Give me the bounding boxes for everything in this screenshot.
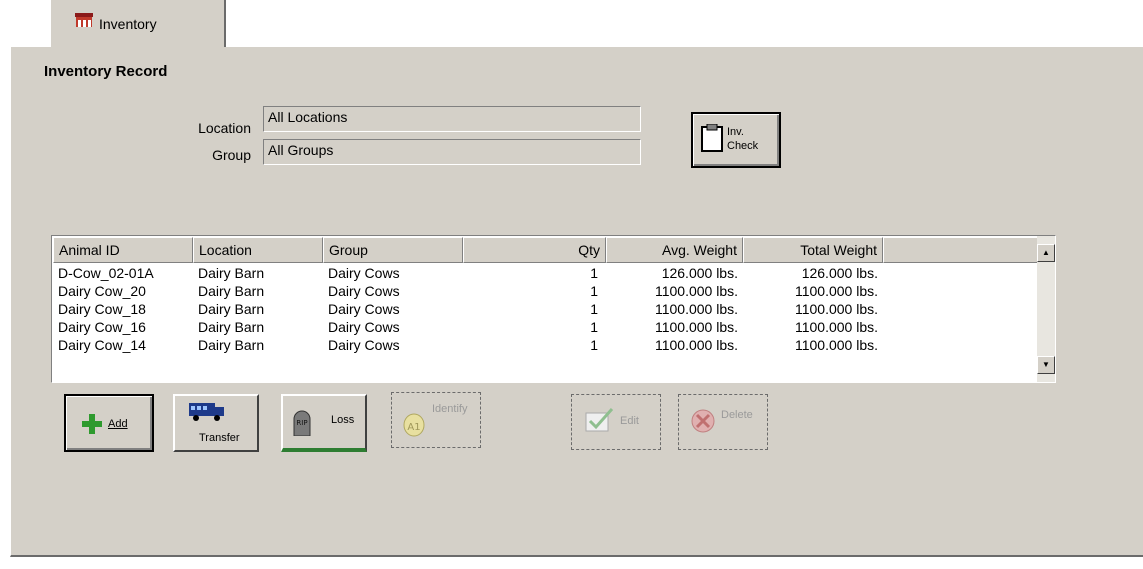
cell-location: Dairy Barn bbox=[198, 319, 265, 335]
vertical-scrollbar[interactable]: ▲ ▼ bbox=[1037, 236, 1055, 382]
cell-avg-weight: 1100.000 lbs. bbox=[654, 319, 738, 335]
tab-label: Inventory bbox=[99, 16, 157, 32]
svg-text:RIP: RIP bbox=[296, 419, 307, 427]
group-field[interactable]: All Groups bbox=[263, 139, 641, 165]
add-button[interactable]: Add bbox=[64, 394, 154, 452]
tab-inventory[interactable]: Inventory bbox=[50, 0, 226, 48]
column-header-total-weight[interactable]: Total Weight bbox=[743, 237, 883, 263]
inv-check-button[interactable]: Inv. Check bbox=[691, 112, 781, 168]
loss-label: Loss bbox=[331, 414, 355, 426]
inv-check-line2: Check bbox=[727, 140, 759, 152]
cell-animal-id: Dairy Cow_20 bbox=[58, 283, 146, 299]
cell-animal-id: D-Cow_02-01A bbox=[58, 265, 154, 281]
cell-group: Dairy Cows bbox=[328, 265, 400, 281]
plus-icon bbox=[82, 414, 102, 437]
cell-total-weight: 1100.000 lbs. bbox=[794, 337, 878, 353]
tombstone-icon: RIP bbox=[293, 410, 311, 439]
column-header-qty[interactable]: Qty bbox=[463, 237, 606, 263]
cell-qty: 1 bbox=[590, 301, 598, 317]
cell-total-weight: 126.000 lbs. bbox=[801, 265, 878, 281]
table-body: D-Cow_02-01A Dairy Barn Dairy Cows 1 126… bbox=[53, 264, 1038, 354]
column-header-animal-id[interactable]: Animal ID bbox=[53, 237, 193, 263]
delete-icon bbox=[689, 407, 717, 438]
cell-group: Dairy Cows bbox=[328, 283, 400, 299]
cell-avg-weight: 1100.000 lbs. bbox=[654, 283, 738, 299]
edit-button[interactable]: Edit bbox=[571, 394, 661, 450]
cell-animal-id: Dairy Cow_14 bbox=[58, 337, 146, 353]
table-row[interactable]: Dairy Cow_16 Dairy Barn Dairy Cows 1 110… bbox=[53, 318, 1038, 336]
transfer-label: Transfer bbox=[199, 432, 240, 444]
cell-avg-weight: 1100.000 lbs. bbox=[654, 337, 738, 353]
cell-group: Dairy Cows bbox=[328, 337, 400, 353]
truck-icon bbox=[189, 400, 225, 425]
cell-group: Dairy Cows bbox=[328, 301, 400, 317]
identify-label: Identify bbox=[432, 403, 468, 415]
cell-total-weight: 1100.000 lbs. bbox=[794, 283, 878, 299]
column-header-location[interactable]: Location bbox=[193, 237, 323, 263]
cell-avg-weight: 126.000 lbs. bbox=[661, 265, 738, 281]
cell-location: Dairy Barn bbox=[198, 301, 265, 317]
column-header-group[interactable]: Group bbox=[323, 237, 463, 263]
inventory-table[interactable]: Animal ID Location Group Qty Avg. Weight… bbox=[51, 235, 1056, 383]
cell-location: Dairy Barn bbox=[198, 265, 265, 281]
cell-qty: 1 bbox=[590, 337, 598, 353]
group-label: Group bbox=[212, 147, 251, 163]
cell-avg-weight: 1100.000 lbs. bbox=[654, 301, 738, 317]
cell-animal-id: Dairy Cow_16 bbox=[58, 319, 146, 335]
location-field[interactable]: All Locations bbox=[263, 106, 641, 132]
section-title: Inventory Record bbox=[44, 63, 168, 80]
edit-label: Edit bbox=[620, 415, 639, 427]
cell-group: Dairy Cows bbox=[328, 319, 400, 335]
column-header-avg-weight[interactable]: Avg. Weight bbox=[606, 237, 743, 263]
inventory-panel: Inventory Record Location All Locations … bbox=[10, 47, 1143, 557]
delete-button[interactable]: Delete bbox=[678, 394, 768, 450]
column-header-blank bbox=[883, 237, 1038, 263]
id-tag-icon: A1 bbox=[402, 407, 426, 440]
table-row[interactable]: Dairy Cow_14 Dairy Barn Dairy Cows 1 110… bbox=[53, 336, 1038, 354]
table-row[interactable]: Dairy Cow_18 Dairy Barn Dairy Cows 1 110… bbox=[53, 300, 1038, 318]
cell-location: Dairy Barn bbox=[198, 337, 265, 353]
table-row[interactable]: Dairy Cow_20 Dairy Barn Dairy Cows 1 110… bbox=[53, 282, 1038, 300]
delete-label: Delete bbox=[721, 409, 753, 421]
barn-icon bbox=[75, 13, 93, 30]
cell-location: Dairy Barn bbox=[198, 283, 265, 299]
loss-button[interactable]: RIP Loss bbox=[281, 394, 367, 452]
scroll-down-icon[interactable]: ▼ bbox=[1037, 356, 1055, 374]
scroll-up-icon[interactable]: ▲ bbox=[1037, 244, 1055, 262]
cell-total-weight: 1100.000 lbs. bbox=[794, 301, 878, 317]
cell-animal-id: Dairy Cow_18 bbox=[58, 301, 146, 317]
inv-check-line1: Inv. bbox=[727, 126, 744, 138]
cell-qty: 1 bbox=[590, 319, 598, 335]
table-header: Animal ID Location Group Qty Avg. Weight… bbox=[53, 237, 1038, 263]
cell-qty: 1 bbox=[590, 283, 598, 299]
edit-check-icon bbox=[584, 407, 614, 436]
table-row[interactable]: D-Cow_02-01A Dairy Barn Dairy Cows 1 126… bbox=[53, 264, 1038, 282]
identify-button[interactable]: A1 Identify bbox=[391, 392, 481, 448]
svg-text:A1: A1 bbox=[407, 422, 420, 433]
cell-qty: 1 bbox=[590, 265, 598, 281]
add-label: Add bbox=[108, 418, 128, 430]
clipboard-icon bbox=[701, 123, 723, 155]
cell-total-weight: 1100.000 lbs. bbox=[794, 319, 878, 335]
transfer-button[interactable]: Transfer bbox=[173, 394, 259, 452]
location-label: Location bbox=[198, 120, 251, 136]
